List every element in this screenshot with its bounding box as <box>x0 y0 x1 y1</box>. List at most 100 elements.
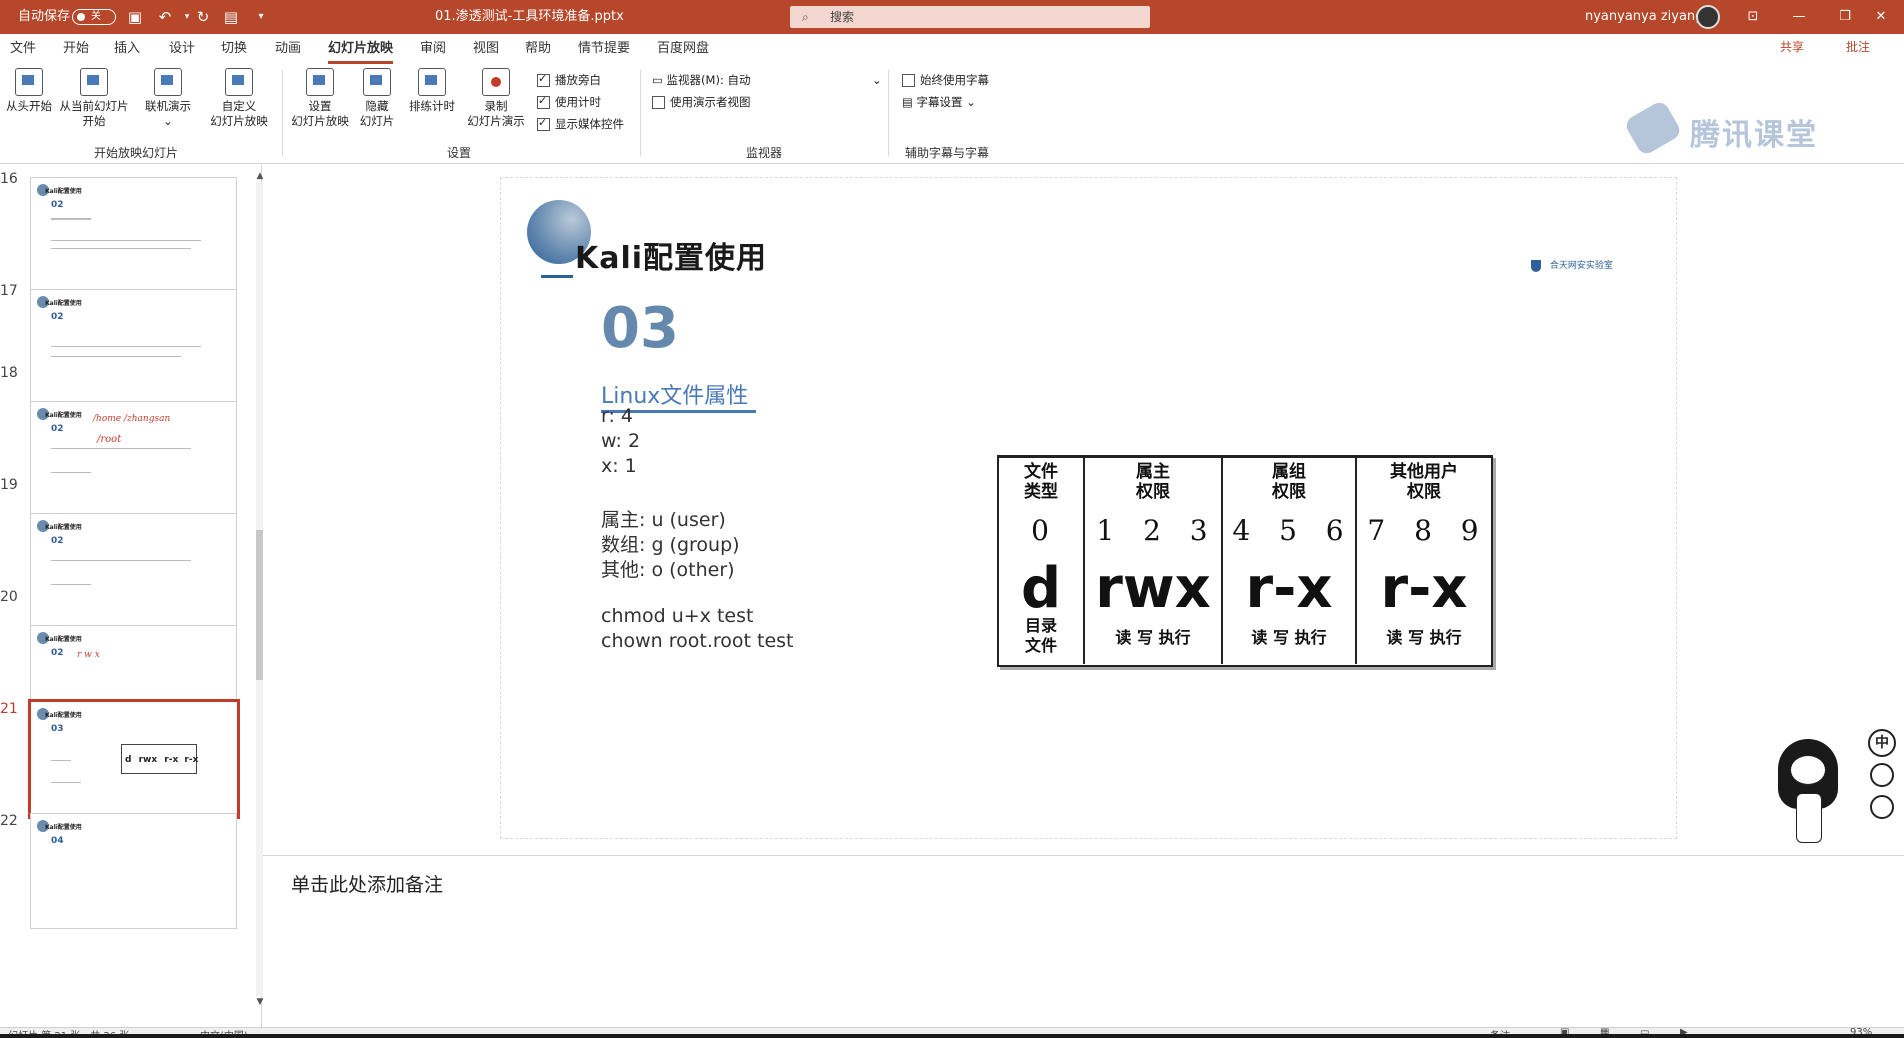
tab-file[interactable]: 文件 <box>10 34 36 64</box>
undo-icon[interactable]: ↶ <box>156 8 174 26</box>
perm-symbol: r-x <box>1380 556 1468 621</box>
online-present-label: 联机演示 <box>145 99 191 113</box>
perm-header-line: 权限 <box>1136 482 1170 502</box>
section-number[interactable]: 03 <box>601 296 679 361</box>
powerpoint-window: 自动保存 关 ▣ ↶ ▾ ↻ ▤ ▾ 01.渗透测试-工具环境准备.pptx ⌕… <box>0 0 1904 1038</box>
tab-review[interactable]: 审阅 <box>420 34 446 64</box>
online-present-button[interactable]: 联机演示 ⌄ <box>140 68 196 129</box>
minimize-icon[interactable]: — <box>1776 0 1822 34</box>
tab-slideshow[interactable]: 幻灯片放映 <box>328 34 394 64</box>
customize-toolbar-icon[interactable]: ▾ <box>252 8 270 26</box>
hide-slide-button[interactable]: 隐藏 幻灯片 <box>354 68 400 129</box>
thumb-number: 22 <box>0 813 18 829</box>
body-text-line[interactable]: r: 4 <box>601 405 633 427</box>
mascot-bubble: 中 <box>1868 729 1896 757</box>
autosave-toggle[interactable]: 关 <box>72 9 116 25</box>
body-text-line[interactable]: 其他: o (other) <box>601 555 735 582</box>
from-start-button[interactable]: 从头开始 <box>4 68 54 114</box>
autosave-label: 自动保存 <box>18 9 71 24</box>
redo-icon[interactable]: ↻ <box>194 8 212 26</box>
save-icon[interactable]: ▣ <box>126 8 144 26</box>
perm-header-line: 其他用户 <box>1390 462 1458 482</box>
tab-storyboard[interactable]: 情节提要 <box>578 34 630 64</box>
presenter-view-checkbox[interactable]: 使用演示者视图 <box>652 94 751 110</box>
tab-view[interactable]: 视图 <box>473 34 499 64</box>
slide-canvas[interactable]: Kali配置使用 合天网安实验室 03 Linux文件属性 r: 4 w: 2 … <box>500 177 1677 839</box>
thumb-text-line <box>51 356 181 357</box>
perm-header-line: 权限 <box>1407 482 1441 502</box>
slide-thumbnail[interactable]: Kali配置使用 02 /home /zhangsan /root <box>30 401 237 517</box>
shield-icon <box>1531 259 1541 272</box>
lab-logo: 合天网安实验室 <box>1531 258 1613 272</box>
tab-baidu-netdisk[interactable]: 百度网盘 <box>657 34 709 64</box>
rehearse-label: 排练计时 <box>409 99 455 113</box>
monitor-select[interactable]: ▭ 监视器(M): 自动 ⌄ <box>652 72 882 88</box>
perm-header-line: 属主 <box>1136 462 1170 482</box>
from-current-button[interactable]: 从当前幻灯片 开始 <box>56 68 132 129</box>
always-subtitles-checkbox[interactable]: 始终使用字幕 <box>902 72 989 88</box>
show-media-controls-checkbox[interactable]: 显示媒体控件 <box>537 115 624 132</box>
slide-thumbnail-current[interactable]: Kali配置使用 03 d rwx r-x r-x <box>28 699 240 819</box>
present-icon[interactable]: ▤ <box>222 8 240 26</box>
hide-slide-label-1: 隐藏 <box>365 99 389 113</box>
avatar[interactable] <box>1696 5 1720 29</box>
tab-animations[interactable]: 动画 <box>275 34 301 64</box>
rehearse-timings-button[interactable]: 排练计时 <box>404 68 460 114</box>
thumb-ink-annotation: r w x <box>77 650 100 660</box>
ribbon-display-icon[interactable]: ⊡ <box>1730 0 1776 34</box>
slide-title[interactable]: Kali配置使用 <box>575 233 767 277</box>
body-text-line[interactable]: chmod u+x test <box>601 605 753 627</box>
custom-show-button[interactable]: 自定义 幻灯片放映 <box>206 68 272 129</box>
slide-thumbnail[interactable]: Kali配置使用 04 <box>30 813 237 929</box>
user-name[interactable]: nyanyanya ziyang <box>1585 0 1703 34</box>
search-input[interactable]: ⌕ 搜索 <box>790 6 1150 28</box>
thumb-number: 17 <box>0 283 18 299</box>
body-text-line[interactable]: 属主: u (user) <box>601 505 726 532</box>
tab-help[interactable]: 帮助 <box>525 34 551 64</box>
slide-editor: Kali配置使用 合天网安实验室 03 Linux文件属性 r: 4 w: 2 … <box>263 165 1904 855</box>
tab-design[interactable]: 设计 <box>169 34 195 64</box>
tab-home[interactable]: 开始 <box>63 34 89 64</box>
tab-transitions[interactable]: 切换 <box>221 34 247 64</box>
perm-footer: 读 写 执行 <box>1386 628 1462 647</box>
perm-header-line: 权限 <box>1272 482 1306 502</box>
setup-show-label-1: 设置 <box>308 99 332 113</box>
notes-pane[interactable]: 单击此处添加备注 <box>263 855 1904 1027</box>
share-button[interactable]: 共享 <box>1780 38 1804 55</box>
custom-show-label-2: 幻灯片放映 <box>210 114 268 128</box>
slide-thumbnail[interactable]: Kali配置使用 02 <box>30 289 237 405</box>
close-icon[interactable]: ✕ <box>1858 0 1904 34</box>
watermark-text: 腾讯课堂 <box>1690 118 1818 153</box>
thumb-perm-cell: d <box>125 755 132 765</box>
search-placeholder: 搜索 <box>830 10 855 24</box>
body-text-line[interactable]: 数组: g (group) <box>601 530 740 557</box>
slideshow-current-icon <box>80 68 108 96</box>
subtitle-settings-label: 字幕设置 <box>916 95 963 109</box>
record-show-button[interactable]: 录制 幻灯片演示 <box>458 68 534 129</box>
body-text-line[interactable]: w: 2 <box>601 430 640 452</box>
comment-button[interactable]: 批注 <box>1846 38 1870 55</box>
perm-header: 其他用户 权限 <box>1357 462 1491 502</box>
thumb-text-line <box>51 760 71 761</box>
slide-thumbnail[interactable]: Kali配置使用 02 <box>30 177 237 293</box>
play-narration-checkbox[interactable]: 播放旁白 <box>537 71 601 88</box>
perm-footer: 目录 文件 <box>999 616 1083 656</box>
notes-placeholder[interactable]: 单击此处添加备注 <box>291 870 443 897</box>
tab-insert[interactable]: 插入 <box>114 34 140 64</box>
thumb-perm-cell: r-x <box>164 755 179 765</box>
group-divider <box>282 70 283 156</box>
thumb-section-number: 02 <box>51 648 64 658</box>
group-label-monitors: 监视器 <box>746 146 783 160</box>
slide-thumbnail[interactable]: Kali配置使用 02 <box>30 513 237 629</box>
perm-symbol: d <box>1020 556 1062 621</box>
permission-diagram[interactable]: 文件 类型 0 d 目录 文件 属主 权限 1 2 3 rwx 读 写 执行 属… <box>997 455 1493 667</box>
chevron-down-icon: ⌄ <box>872 73 882 87</box>
use-timings-checkbox[interactable]: 使用计时 <box>537 93 601 110</box>
body-text-line[interactable]: chown root.root test <box>601 630 794 652</box>
from-start-label: 从头开始 <box>6 99 52 113</box>
chevron-down-icon: ⌄ <box>163 114 173 128</box>
tencent-classroom-watermark: 腾讯课堂 <box>1623 99 1850 157</box>
subtitle-settings-button[interactable]: ▤ 字幕设置 ⌄ <box>902 94 976 110</box>
body-text-line[interactable]: x: 1 <box>601 455 637 477</box>
setup-show-button[interactable]: 设置 幻灯片放映 <box>288 68 352 129</box>
